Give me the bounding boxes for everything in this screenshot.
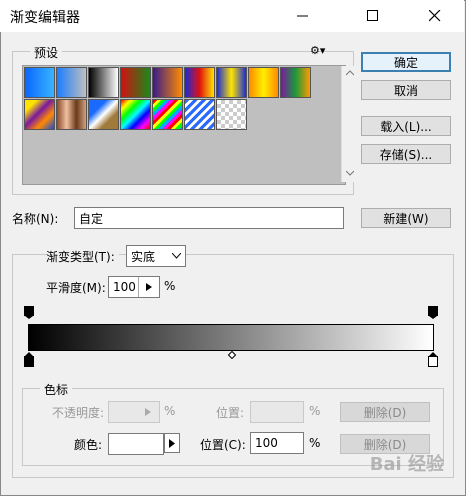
minimize-icon xyxy=(297,15,308,17)
violet-green-orange-swatch[interactable] xyxy=(280,67,311,98)
save-button[interactable]: 存储(S)... xyxy=(361,144,451,164)
opacity-label: 不透明度: xyxy=(52,406,105,420)
smoothness-arrow-button[interactable] xyxy=(138,277,159,297)
transparent-swatch[interactable] xyxy=(216,99,247,130)
color-stop-right[interactable] xyxy=(428,352,438,368)
smoothness-label: 平滑度(M): xyxy=(46,281,106,295)
opacity-arrow-button xyxy=(138,402,158,422)
presets-legend: 预设 xyxy=(30,44,63,61)
close-button[interactable] xyxy=(412,0,458,32)
smoothness-unit: % xyxy=(164,279,176,293)
red-green-swatch[interactable] xyxy=(120,67,151,98)
foreground-to-transparent-swatch[interactable] xyxy=(56,67,87,98)
blue-yellow-blue-swatch[interactable] xyxy=(216,67,247,98)
minimize-button[interactable] xyxy=(280,0,326,32)
maximize-icon xyxy=(367,10,378,21)
transparent-stripes-swatch[interactable] xyxy=(184,99,215,130)
opacity-stop-left[interactable] xyxy=(24,306,34,320)
copper-swatch[interactable] xyxy=(56,99,87,130)
gradient-type-select[interactable]: 实底 xyxy=(126,245,186,267)
opacity-location-field xyxy=(250,401,304,423)
new-button[interactable]: 新建(W) xyxy=(361,208,451,228)
color-swatch[interactable] xyxy=(108,433,164,455)
violet-orange-swatch[interactable] xyxy=(152,67,183,98)
black-white-swatch[interactable] xyxy=(88,67,119,98)
preset-scrollbar[interactable] xyxy=(341,66,358,182)
load-button[interactable]: 载入(L)... xyxy=(361,116,451,136)
transparent-rainbow-swatch[interactable] xyxy=(152,99,183,130)
opacity-location-unit: % xyxy=(309,404,321,418)
gradient-ramp[interactable] xyxy=(28,324,434,351)
close-icon xyxy=(429,10,441,22)
gradient-type-value: 实底 xyxy=(131,249,156,264)
opacity-stop-right[interactable] xyxy=(428,306,438,320)
gear-icon[interactable]: ⚙▾ xyxy=(310,44,325,57)
chevron-down-icon xyxy=(172,253,181,259)
yellow-violet-orange-blue-swatch[interactable] xyxy=(24,99,55,130)
color-location-unit: % xyxy=(309,436,321,450)
maximize-button[interactable] xyxy=(350,0,396,32)
stops-legend: 色标 xyxy=(40,381,73,398)
triangle-right-icon xyxy=(146,283,152,291)
orange-yellow-orange-swatch[interactable] xyxy=(248,67,279,98)
spectrum-swatch[interactable] xyxy=(120,99,151,130)
triangle-right-icon xyxy=(169,438,175,448)
delete-opacity-stop-button: 删除(D) xyxy=(340,402,430,422)
ok-button[interactable]: 确定 xyxy=(361,52,451,72)
smoothness-value: 100 xyxy=(113,280,136,294)
midpoint-diamond[interactable] xyxy=(228,351,236,359)
preset-list[interactable] xyxy=(22,65,358,185)
color-location-label: 位置(C): xyxy=(200,438,246,452)
color-menu-button[interactable] xyxy=(164,433,180,453)
blue-red-yellow-swatch[interactable] xyxy=(184,67,215,98)
title-bar[interactable]: 渐变编辑器 xyxy=(0,0,464,32)
watermark: Bai 经验 xyxy=(369,454,444,475)
name-field[interactable]: 自定 xyxy=(74,207,344,229)
foreground-to-background-swatch[interactable] xyxy=(24,67,55,98)
opacity-location-label: 位置: xyxy=(216,406,245,420)
name-label: 名称(N): xyxy=(12,212,59,226)
window-title: 渐变编辑器 xyxy=(10,10,80,26)
color-stop-left[interactable] xyxy=(24,352,34,368)
scroll-down-icon[interactable] xyxy=(346,170,354,176)
color-label: 颜色: xyxy=(74,438,103,452)
chrome-swatch[interactable] xyxy=(88,99,119,130)
cancel-button[interactable]: 取消 xyxy=(361,80,451,100)
opacity-unit: % xyxy=(164,404,176,418)
triangle-right-icon xyxy=(145,408,151,416)
gradient-type-label: 渐变类型(T): xyxy=(46,248,119,265)
color-location-field[interactable]: 100 xyxy=(250,432,304,454)
scroll-up-icon[interactable] xyxy=(346,70,354,76)
